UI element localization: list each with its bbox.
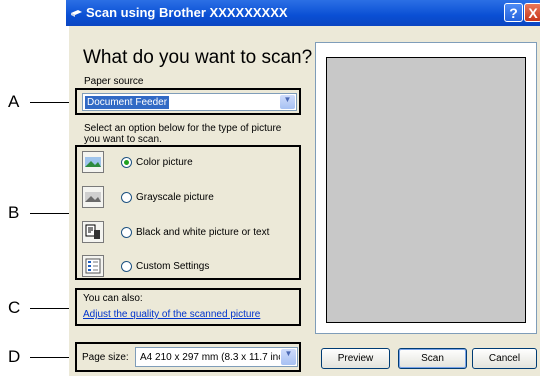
- scanner-app-icon: [71, 10, 82, 17]
- scan-dialog-window: Scan using Brother XXXXXXXXX ? X What do…: [66, 0, 540, 376]
- paper-source-dropdown[interactable]: Document Feeder ▼: [82, 93, 297, 111]
- color-picture-radio[interactable]: [121, 157, 132, 168]
- preview-page: [326, 57, 526, 323]
- custom-settings-icon: [82, 255, 104, 277]
- annotation-c: C: [8, 298, 21, 317]
- chevron-down-icon[interactable]: ▼: [281, 349, 296, 365]
- grayscale-picture-icon: [82, 186, 104, 208]
- adjust-quality-link[interactable]: Adjust the quality of the scanned pictur…: [83, 309, 260, 320]
- also-label: You can also:: [83, 293, 143, 304]
- window-title: Scan using Brother XXXXXXXXX: [86, 5, 288, 20]
- annotation-a: A: [8, 92, 20, 111]
- close-button[interactable]: X: [524, 3, 540, 22]
- cancel-button[interactable]: Cancel: [472, 348, 537, 369]
- page-title: What do you want to scan?: [83, 47, 313, 68]
- color-picture-label[interactable]: Color picture: [136, 157, 193, 168]
- page-size-label: Page size:: [82, 352, 129, 363]
- paper-source-value: Document Feeder: [85, 96, 170, 109]
- annotation-b: B: [8, 203, 20, 222]
- black-white-picture-icon: [82, 221, 104, 243]
- paper-source-label: Paper source: [84, 76, 144, 87]
- black-white-picture-label[interactable]: Black and white picture or text: [136, 227, 269, 238]
- scan-button[interactable]: Scan: [398, 348, 467, 369]
- dialog-client-area: What do you want to scan? Paper source D…: [69, 26, 540, 376]
- annotation-d: D: [8, 347, 21, 366]
- help-button[interactable]: ?: [504, 3, 523, 22]
- black-white-picture-radio[interactable]: [121, 227, 132, 238]
- grayscale-picture-label[interactable]: Grayscale picture: [136, 192, 214, 203]
- title-bar[interactable]: Scan using Brother XXXXXXXXX ? X: [66, 0, 540, 26]
- options-instruction: Select an option below for the type of p…: [84, 123, 282, 145]
- page-size-dropdown[interactable]: A4 210 x 297 mm (8.3 x 11.7 inc ▼: [135, 347, 298, 367]
- grayscale-picture-radio[interactable]: [121, 192, 132, 203]
- color-picture-icon: [82, 151, 104, 173]
- chevron-down-icon[interactable]: ▼: [280, 95, 295, 109]
- custom-settings-radio[interactable]: [121, 261, 132, 272]
- page-size-value: A4 210 x 297 mm (8.3 x 11.7 inc: [140, 352, 280, 363]
- custom-settings-label[interactable]: Custom Settings: [136, 261, 209, 272]
- preview-pane: [315, 42, 537, 334]
- preview-button[interactable]: Preview: [321, 348, 390, 369]
